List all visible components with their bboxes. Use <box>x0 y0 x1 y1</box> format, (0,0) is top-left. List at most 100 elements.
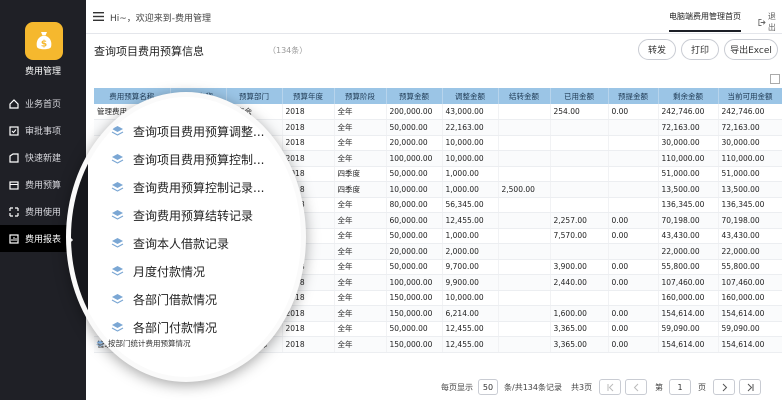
table-cell: 22,000.00 <box>658 243 719 260</box>
table-cell: 2,000.00 <box>442 243 499 260</box>
table-cell: 110,000.00 <box>718 150 782 167</box>
table-cell: 55,800.00 <box>658 259 719 275</box>
column-header[interactable]: 预提金额 <box>608 88 659 104</box>
table-cell: 全年 <box>334 305 387 322</box>
print-button[interactable]: 打印 <box>681 39 719 60</box>
table-cell <box>498 336 551 353</box>
table-cell: 110,000.00 <box>658 150 719 167</box>
sidebar-item-label: 费用使用 <box>25 208 62 218</box>
table-cell <box>550 150 609 167</box>
menu-item[interactable]: 按部门统计费用预算情况 <box>96 338 191 349</box>
column-header[interactable]: 已用金额 <box>550 88 609 104</box>
table-cell: 0.00 <box>608 321 659 337</box>
menu-toggle-icon[interactable] <box>93 12 104 21</box>
table-cell: 200,000.00 <box>386 104 443 120</box>
table-cell: 30,000.00 <box>658 135 719 151</box>
table-cell: 0.00 <box>608 104 659 120</box>
table-cell: 254.00 <box>550 104 609 120</box>
table-cell <box>550 166 609 182</box>
menu-item-label: 月度付款情况 <box>133 264 206 279</box>
table-cell <box>498 104 551 120</box>
table-cell <box>608 243 659 260</box>
table-cell: 242,746.00 <box>658 104 719 120</box>
table-cell: 20,000.00 <box>386 135 443 151</box>
column-header[interactable]: 剩余金额 <box>658 88 719 104</box>
table-cell: 150,000.00 <box>386 290 443 306</box>
layers-icon <box>111 237 124 250</box>
last-page-button[interactable] <box>739 379 761 395</box>
column-header[interactable]: 结转金额 <box>498 88 551 104</box>
table-cell <box>550 135 609 151</box>
forward-button[interactable]: 转发 <box>638 39 676 60</box>
menu-item[interactable]: 查询项目费用预算调整... <box>111 117 301 145</box>
table-cell: 全年 <box>334 243 387 260</box>
logout-icon <box>758 18 766 26</box>
table-cell: 全年 <box>334 259 387 275</box>
page-prefix: 第 <box>655 383 663 392</box>
table-cell <box>608 290 659 306</box>
menu-item-label: 查询费用预算控制记录... <box>133 180 265 195</box>
menu-item[interactable]: 查询费用预算控制记录... <box>111 173 301 201</box>
table-cell: 0.00 <box>608 305 659 322</box>
page-number-input[interactable]: 1 <box>669 379 691 395</box>
table-cell: 全年 <box>334 135 387 151</box>
table-cell: 0.00 <box>608 274 659 291</box>
menu-item[interactable]: 查询本人借款记录 <box>111 229 301 257</box>
table-cell <box>498 305 551 322</box>
menu-item[interactable]: 查询费用预算结转记录 <box>111 201 301 229</box>
tab-home[interactable]: 电脑端费用管理首页 <box>669 11 741 22</box>
per-page-label: 每页显示 <box>441 383 473 392</box>
column-header[interactable]: 预算年度 <box>282 88 335 104</box>
approval-icon <box>9 125 19 136</box>
table-cell: 10,000.00 <box>442 135 499 151</box>
layers-icon <box>96 340 104 347</box>
menu-item[interactable]: 月度付款情况 <box>111 257 301 285</box>
column-header[interactable]: 预算阶段 <box>334 88 387 104</box>
sidebar-item-label: 审批事项 <box>25 127 62 137</box>
menu-item[interactable]: 查询项目费用预算控制... <box>111 145 301 173</box>
sidebar-item-label: 快速新建 <box>25 154 62 164</box>
table-cell <box>498 150 551 167</box>
column-header[interactable]: 预算部门 <box>226 88 283 104</box>
table-cell: 10,000.00 <box>442 150 499 167</box>
chevron-right-icon <box>71 234 75 246</box>
table-cell <box>498 197 551 213</box>
per-page-select[interactable]: 50 <box>478 379 498 395</box>
prev-page-button[interactable] <box>625 379 647 395</box>
table-cell: 全年 <box>334 119 387 136</box>
table-cell: 72,163.00 <box>658 119 719 136</box>
table-cell <box>608 181 659 198</box>
column-settings-icon[interactable] <box>770 74 780 84</box>
next-page-button[interactable] <box>713 379 735 395</box>
layers-icon <box>111 209 124 222</box>
table-cell: 55,800.00 <box>718 259 782 275</box>
export-excel-button[interactable]: 导出Excel <box>724 39 778 60</box>
table-cell: 56,345.00 <box>442 197 499 213</box>
sidebar-item-label: 费用预算 <box>25 181 62 191</box>
table-cell: 全年 <box>334 212 387 229</box>
page-suffix: 页 <box>698 383 706 392</box>
menu-item[interactable]: 各部门付款情况 <box>111 313 301 341</box>
column-header[interactable]: 当前可用金额 <box>718 88 782 104</box>
menu-item[interactable]: 各部门借款情况 <box>111 285 301 313</box>
table-cell: 60,000.00 <box>386 212 443 229</box>
sidebar-item-label: 业务首页 <box>25 100 62 110</box>
table-cell: 72,163.00 <box>718 119 782 136</box>
table-cell: 0.00 <box>608 228 659 244</box>
logout-button[interactable]: 退出 <box>758 11 782 33</box>
prev-page-icon <box>633 383 638 391</box>
table-cell: 四季度 <box>334 181 387 198</box>
table-cell: 154,614.00 <box>658 336 719 353</box>
report-submenu: 查询项目费用预算调整... 查询项目费用预算控制... 查询费用预算控制记录..… <box>111 117 301 341</box>
table-cell: 全年 <box>334 228 387 244</box>
column-header[interactable]: 预算金额 <box>386 88 443 104</box>
menu-item-label: 查询费用预算结转记录 <box>133 208 254 223</box>
column-header[interactable]: 调整金额 <box>442 88 499 104</box>
table-cell <box>498 290 551 306</box>
table-cell: 四季度 <box>334 166 387 182</box>
first-page-button[interactable] <box>599 379 621 395</box>
table-cell: 59,090.00 <box>718 321 782 337</box>
table-cell <box>498 212 551 229</box>
table-cell: 154,614.00 <box>658 305 719 322</box>
table-cell: 0.00 <box>608 336 659 353</box>
